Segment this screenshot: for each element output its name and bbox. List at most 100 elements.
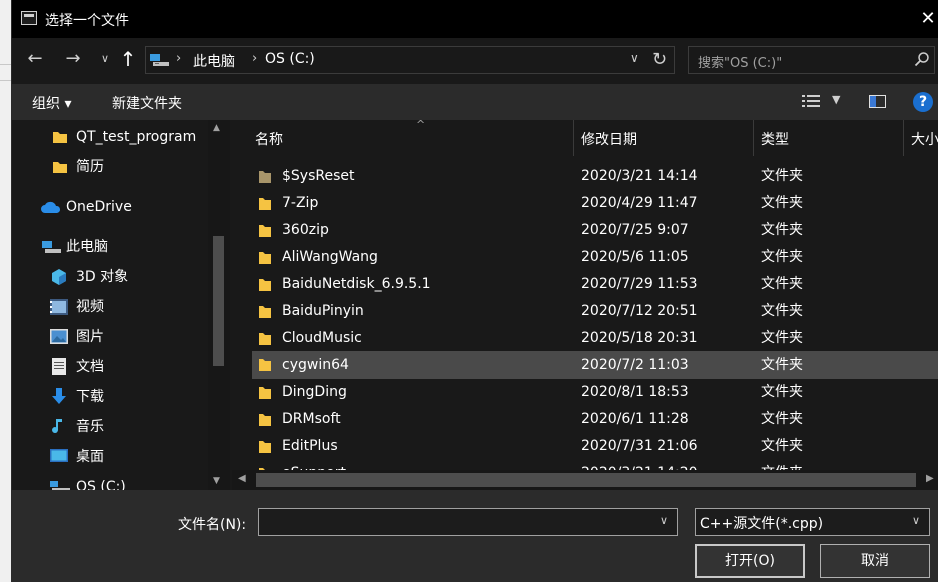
filename-label: 文件名(N): <box>178 517 247 533</box>
file-row[interactable]: BaiduNetdisk_6.9.5.1 2020/7/29 11:53 文件夹 <box>252 271 938 298</box>
breadcrumb-os-c[interactable]: OS (C:) <box>265 51 315 67</box>
search-icon[interactable] <box>914 51 930 67</box>
breadcrumb-separator-icon: › <box>252 51 258 66</box>
folder-icon <box>259 306 271 318</box>
file-date: 2020/4/29 11:47 <box>581 195 698 211</box>
folder-icon <box>53 162 67 173</box>
help-icon[interactable]: ? <box>913 92 933 112</box>
nav-label: 此电脑 <box>66 239 108 255</box>
file-date: 2020/8/1 18:53 <box>581 384 689 400</box>
search-placeholder[interactable]: 搜索"OS (C:)" <box>698 52 782 71</box>
background-window-edge <box>0 0 11 582</box>
file-row[interactable]: DRMsoft 2020/6/1 11:28 文件夹 <box>252 406 938 433</box>
nav-label: 图片 <box>76 329 104 345</box>
file-name: $SysReset <box>282 168 355 184</box>
scroll-left-icon[interactable]: ◀ <box>238 473 246 484</box>
search-box[interactable]: 搜索"OS (C:)" <box>688 46 935 74</box>
file-list[interactable]: ^ 名称 修改日期 类型 大小 $SysReset 2020/3/21 14:1… <box>232 120 938 470</box>
file-row[interactable]: eSupport 2020/3/21 14:20 文件夹 <box>252 460 938 470</box>
file-row[interactable]: 360zip 2020/7/25 9:07 文件夹 <box>252 217 938 244</box>
document-icon <box>52 358 66 375</box>
file-date: 2020/7/12 20:51 <box>581 303 698 319</box>
folder-icon <box>259 414 271 426</box>
file-date: 2020/7/25 9:07 <box>581 222 689 238</box>
horizontal-scrollbar[interactable]: ◀ ▶ <box>232 470 938 490</box>
computer-icon <box>42 241 61 253</box>
filetype-value: C++源文件(*.cpp) <box>700 516 824 532</box>
nav-label: 视频 <box>76 299 104 315</box>
breadcrumb-this-pc[interactable]: 此电脑 <box>193 51 235 71</box>
title-bar[interactable]: 选择一个文件 ✕ <box>12 0 938 38</box>
file-row[interactable]: DingDing 2020/8/1 18:53 文件夹 <box>252 379 938 406</box>
file-row[interactable]: 7-Zip 2020/4/29 11:47 文件夹 <box>252 190 938 217</box>
nav-label: 3D 对象 <box>76 269 129 285</box>
dialog-footer: 文件名(N): ∨ C++源文件(*.cpp) ∨ 打开(O) 取消 <box>12 490 938 582</box>
nav-label: OS (C:) <box>76 479 126 490</box>
open-button[interactable]: 打开(O) <box>695 544 805 578</box>
filename-dropdown-chevron-icon[interactable]: ∨ <box>660 514 668 527</box>
file-type: 文件夹 <box>761 460 803 470</box>
folder-icon <box>259 171 271 183</box>
new-folder-button[interactable]: 新建文件夹 <box>112 93 182 113</box>
nav-scroll-thumb[interactable] <box>213 236 224 366</box>
back-arrow-icon[interactable]: ← <box>22 46 48 72</box>
file-type: 文件夹 <box>761 411 803 427</box>
desktop-icon <box>50 449 68 462</box>
filetype-dropdown-chevron-icon[interactable]: ∨ <box>912 514 920 527</box>
scroll-right-icon[interactable]: ▶ <box>926 473 934 484</box>
filetype-select[interactable]: C++源文件(*.cpp) ∨ <box>695 508 930 536</box>
file-name: 7-Zip <box>282 195 319 211</box>
nav-label: 文档 <box>76 359 104 375</box>
close-icon[interactable]: ✕ <box>916 6 938 32</box>
file-row[interactable]: CloudMusic 2020/5/18 20:31 文件夹 <box>252 325 938 352</box>
file-row[interactable]: EditPlus 2020/7/31 21:06 文件夹 <box>252 433 938 460</box>
file-row[interactable]: $SysReset 2020/3/21 14:14 文件夹 <box>252 163 938 190</box>
music-icon <box>52 419 62 434</box>
file-type: 文件夹 <box>761 303 803 319</box>
column-name[interactable]: 名称 <box>255 129 283 149</box>
window-icon <box>21 11 37 25</box>
file-date: 2020/6/1 11:28 <box>581 411 689 427</box>
view-dropdown-icon[interactable]: ▼ <box>832 93 840 106</box>
column-size[interactable]: 大小 <box>911 129 938 149</box>
file-type: 文件夹 <box>761 249 803 265</box>
file-type: 文件夹 <box>761 168 803 184</box>
preview-pane-icon[interactable] <box>869 95 886 108</box>
file-name: DRMsoft <box>282 411 341 427</box>
nav-label: 音乐 <box>76 419 104 435</box>
file-type: 文件夹 <box>761 384 803 400</box>
cancel-button[interactable]: 取消 <box>820 544 930 578</box>
file-date: 2020/7/31 21:06 <box>581 438 698 454</box>
file-open-dialog: 选择一个文件 ✕ ← → ∨ ↑ › 此电脑 › OS (C:) ∨ ↻ 搜索"… <box>11 0 938 582</box>
breadcrumb-separator-icon: › <box>176 51 182 66</box>
refresh-icon[interactable]: ↻ <box>652 49 667 70</box>
horizontal-scroll-thumb[interactable] <box>256 473 916 487</box>
cube-icon <box>52 269 66 285</box>
file-date: 2020/7/2 11:03 <box>581 357 689 373</box>
file-name: DingDing <box>282 384 347 400</box>
file-row-selected[interactable]: cygwin64 2020/7/2 11:03 文件夹 <box>252 351 938 379</box>
file-type: 文件夹 <box>761 222 803 238</box>
file-name: EditPlus <box>282 438 338 454</box>
nav-pane-scrollbar[interactable]: ▲ ▼ <box>208 120 230 490</box>
scroll-down-icon[interactable]: ▼ <box>213 476 220 486</box>
column-date-modified[interactable]: 修改日期 <box>581 129 637 149</box>
navigation-pane[interactable]: QT_test_program 简历 OneDrive 此电脑 3D 对象 视频… <box>12 120 230 490</box>
address-dropdown-chevron-icon[interactable]: ∨ <box>630 51 639 65</box>
drive-icon <box>50 481 70 490</box>
file-type: 文件夹 <box>761 195 803 211</box>
organize-button[interactable]: 组织 ▾ <box>32 93 71 113</box>
window-title: 选择一个文件 <box>45 13 129 29</box>
up-arrow-icon[interactable]: ↑ <box>115 46 141 72</box>
column-type[interactable]: 类型 <box>761 129 789 149</box>
folder-icon <box>259 333 271 345</box>
filename-input[interactable] <box>258 508 678 536</box>
file-row[interactable]: BaiduPinyin 2020/7/12 20:51 文件夹 <box>252 298 938 325</box>
nav-label: 桌面 <box>76 449 104 465</box>
scroll-up-icon[interactable]: ▲ <box>213 123 220 133</box>
file-row[interactable]: AliWangWang 2020/5/6 11:05 文件夹 <box>252 244 938 271</box>
forward-arrow-icon[interactable]: → <box>60 46 86 72</box>
view-options-icon[interactable] <box>802 94 820 108</box>
address-bar[interactable]: › 此电脑 › OS (C:) ∨ ↻ <box>145 46 675 74</box>
file-name: CloudMusic <box>282 330 362 346</box>
